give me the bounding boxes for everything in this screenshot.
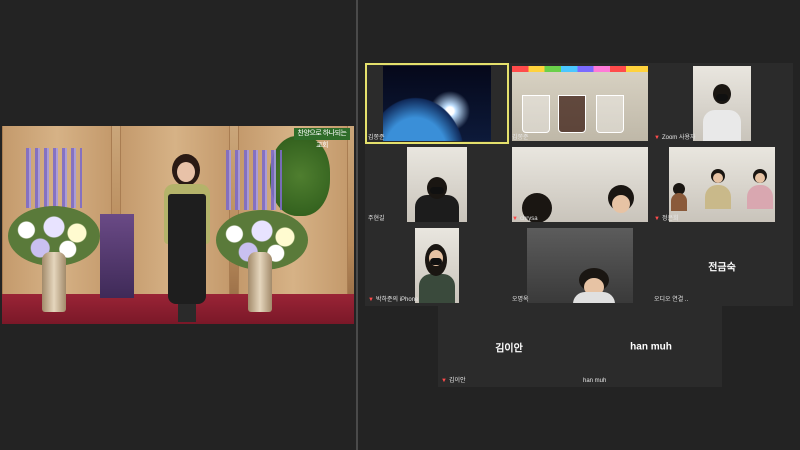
participant-tile[interactable]: 김이안 ▼ 김이안 <box>438 306 580 387</box>
participant-name-label: 오명옥 <box>512 296 529 304</box>
participant-video <box>512 66 648 141</box>
mic-off-icon: ▼ <box>441 378 447 384</box>
participant-name-label: 김쫑준 <box>512 134 529 142</box>
participant-name-label: ▼ 박하준의 iPhone <box>368 296 418 304</box>
participant-display-name: 김이안 <box>438 339 580 354</box>
participant-video <box>527 228 633 303</box>
participant-video <box>415 228 459 303</box>
mic-off-icon: ▼ <box>654 135 660 141</box>
participant-tile[interactable]: ▼ 정은희 <box>651 144 793 225</box>
participant-display-name: 전금숙 <box>651 258 793 273</box>
flower-stalks <box>226 150 282 210</box>
participant-video <box>693 66 751 141</box>
podium <box>100 214 134 298</box>
participant-name-label: ▼ Zoom 사용자 <box>654 134 696 142</box>
flower-vase <box>248 252 272 312</box>
mic-off-icon: ▼ <box>654 216 660 222</box>
mic-off-icon: ▼ <box>368 297 374 303</box>
participant-tile[interactable]: 주현길 <box>365 144 509 225</box>
flower-stalks <box>26 148 82 208</box>
participant-tile[interactable]: 전금숙 오디오 연결 .. <box>651 225 793 306</box>
participant-name-label: 주현길 <box>368 215 385 223</box>
participant-name-label: 김쫑준 <box>368 134 385 142</box>
shared-video: 찬양으로 하나되는 교회 <box>2 126 354 324</box>
mic-off-icon: ▼ <box>512 216 518 222</box>
participant-tile[interactable]: 김쫑준 <box>509 63 651 144</box>
participant-name-label: ▼ chrysa <box>512 215 538 223</box>
participant-video <box>383 66 491 141</box>
participant-video <box>669 147 775 222</box>
participant-name-label: 오디오 연결 .. <box>654 296 688 304</box>
participant-name-label: ▼ 정은희 <box>654 215 679 223</box>
participant-display-name: han muh <box>580 341 722 352</box>
participant-video <box>512 147 648 222</box>
participant-tile[interactable]: 김쫑준 <box>365 63 509 144</box>
presenter <box>152 154 222 324</box>
split-divider[interactable] <box>356 0 358 450</box>
participant-tile[interactable]: han muh han muh <box>580 306 722 387</box>
flower-vase <box>42 252 66 312</box>
participant-tile[interactable]: 오명옥 <box>509 225 651 306</box>
church-banner: 찬양으로 하나되는 교회 <box>294 128 350 140</box>
participant-name-label: han muh <box>583 377 606 385</box>
participant-tile[interactable]: ▼ chrysa <box>509 144 651 225</box>
participant-tile[interactable]: ▼ 박하준의 iPhone <box>365 225 509 306</box>
participant-tile[interactable]: ▼ Zoom 사용자 <box>651 63 793 144</box>
participant-name-label: ▼ 김이안 <box>441 377 466 385</box>
participant-video <box>407 147 467 222</box>
